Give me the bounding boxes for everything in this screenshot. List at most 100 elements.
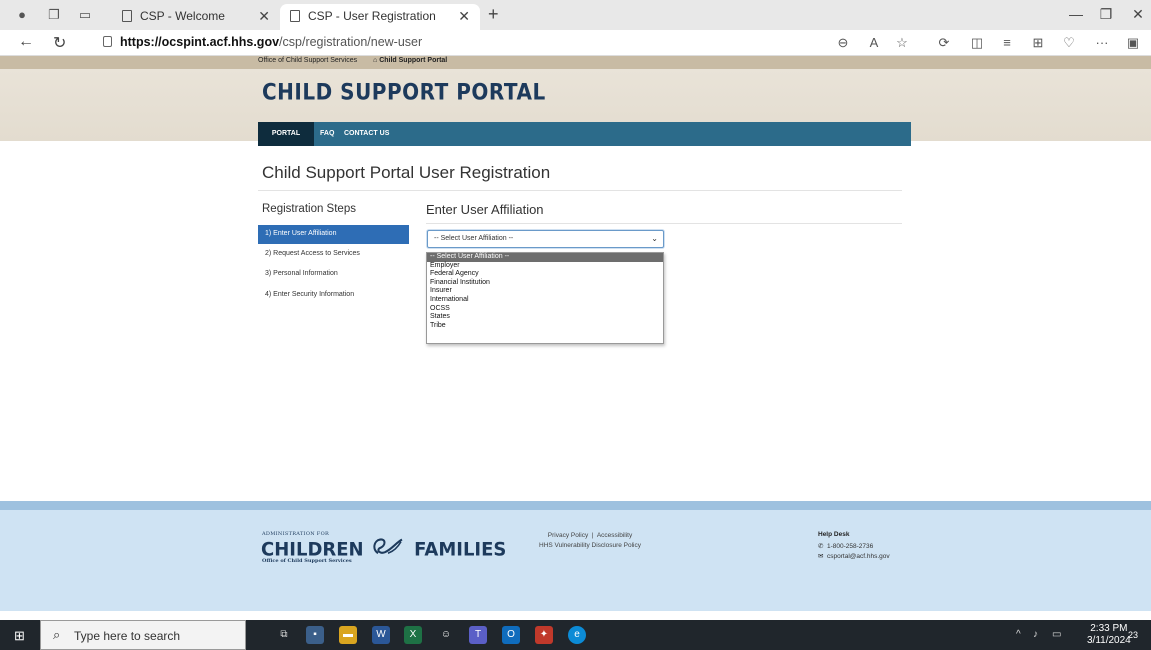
step-item-personal-info[interactable]: 3) Personal Information bbox=[258, 265, 409, 284]
workspaces-icon[interactable]: ❐ bbox=[45, 6, 63, 24]
tab-csp-welcome[interactable]: CSP - Welcome ✕ bbox=[112, 4, 280, 30]
link-separator: | bbox=[590, 532, 596, 539]
taskbar-search-placeholder: Type here to search bbox=[74, 629, 181, 643]
affiliation-heading: Enter User Affiliation bbox=[426, 202, 544, 217]
nav-faq[interactable]: FAQ bbox=[316, 122, 338, 146]
new-tab-button[interactable]: + bbox=[488, 4, 499, 25]
vulnerability-policy-link[interactable]: HHS Vulnerability Disclosure Policy bbox=[480, 541, 700, 551]
performance-icon[interactable]: ♡ bbox=[1060, 35, 1078, 51]
edge-browser-icon[interactable]: e bbox=[568, 626, 586, 644]
sidebar-icon[interactable]: ▣ bbox=[1124, 35, 1142, 51]
close-tab-icon[interactable]: ✕ bbox=[458, 4, 470, 28]
portal-home-icon: ⌂ bbox=[373, 57, 378, 64]
option-ocss[interactable]: OCSS bbox=[427, 305, 663, 314]
option-insurer[interactable]: Insurer bbox=[427, 287, 663, 296]
profile-icon[interactable]: ● bbox=[13, 6, 31, 24]
footer-accent-bar bbox=[0, 501, 1151, 510]
help-desk-heading: Help Desk bbox=[818, 531, 850, 538]
tab-actions-icon[interactable]: ▭ bbox=[76, 6, 94, 24]
acf-logo-subtitle: Office of Child Support Services bbox=[262, 558, 352, 564]
divider bbox=[426, 223, 902, 224]
more-icon[interactable]: ··· bbox=[1093, 35, 1111, 50]
help-email-address: csportal@acf.hhs.gov bbox=[827, 553, 890, 560]
page-bottom-space bbox=[0, 611, 1151, 620]
affiliation-dropdown-list: -- Select User Affiliation -- Employer F… bbox=[426, 252, 664, 344]
teams-icon[interactable]: T bbox=[469, 626, 487, 644]
page-icon bbox=[122, 10, 132, 22]
read-aloud-icon[interactable]: A bbox=[865, 35, 883, 50]
option-tribe[interactable]: Tribe bbox=[427, 322, 663, 331]
app-icon[interactable]: ☺ bbox=[437, 626, 455, 644]
nav-contact-us[interactable]: CONTACT US bbox=[340, 122, 393, 146]
tab-title: CSP - User Registration bbox=[308, 9, 436, 23]
tray-chevron-icon[interactable]: ^ bbox=[1016, 629, 1021, 640]
browser-tab-bar: ● ❐ ▭ CSP - Welcome ✕ CSP - User Registr… bbox=[0, 0, 1151, 30]
outlook-icon[interactable]: O bbox=[502, 626, 520, 644]
help-phone[interactable]: ✆ 1-800-258-2736 bbox=[818, 542, 873, 550]
notifications-icon[interactable]: 23 bbox=[1125, 627, 1141, 643]
minimize-icon[interactable]: — bbox=[1066, 6, 1086, 22]
refresh-icon[interactable]: ↻ bbox=[53, 33, 66, 53]
taskbar-app-icon[interactable]: ▪ bbox=[306, 626, 324, 644]
speaker-icon[interactable]: ♪ bbox=[1033, 629, 1038, 640]
footer-links: Privacy Policy | Accessibility HHS Vulne… bbox=[480, 531, 700, 551]
windows-start-icon[interactable]: ⊞ bbox=[14, 628, 25, 644]
restore-icon[interactable]: ❐ bbox=[1096, 6, 1116, 23]
split-screen-icon[interactable]: ◫ bbox=[968, 35, 986, 51]
notification-count: 23 bbox=[1127, 630, 1138, 640]
zoom-icon[interactable]: ⊖ bbox=[834, 35, 852, 51]
word-icon[interactable]: W bbox=[372, 626, 390, 644]
option-states[interactable]: States bbox=[427, 313, 663, 322]
tab-user-registration[interactable]: CSP - User Registration ✕ bbox=[280, 4, 480, 30]
affiliation-select-value: -- Select User Affiliation -- bbox=[434, 235, 514, 242]
address-bar-row: ← ↻ https://ocspint.acf.hhs.gov/csp/regi… bbox=[0, 30, 1151, 56]
site-logo-title[interactable]: CHILD SUPPORT PORTAL bbox=[262, 79, 546, 105]
privacy-policy-link[interactable]: Privacy Policy bbox=[548, 532, 588, 539]
favorite-star-icon[interactable]: ☆ bbox=[893, 35, 911, 51]
page-title: Child Support Portal User Registration bbox=[262, 163, 551, 182]
close-window-icon[interactable]: ✕ bbox=[1128, 6, 1148, 23]
portal-link[interactable]: Child Support Portal bbox=[379, 57, 447, 64]
excel-icon[interactable]: X bbox=[404, 626, 422, 644]
network-icon[interactable]: ▭ bbox=[1052, 629, 1061, 640]
app-icon[interactable]: ✦ bbox=[535, 626, 553, 644]
step-item-security-info[interactable]: 4) Enter Security Information bbox=[258, 286, 409, 305]
url-host: https://ocspint.acf.hhs.gov bbox=[120, 35, 280, 49]
main-nav: PORTAL HOME FAQ CONTACT US bbox=[258, 122, 911, 161]
favorites-icon[interactable]: ≡ bbox=[998, 35, 1016, 50]
help-phone-number: 1-800-258-2736 bbox=[827, 543, 874, 550]
back-icon[interactable]: ← bbox=[18, 33, 34, 51]
step-item-request-access[interactable]: 2) Request Access to Services bbox=[258, 245, 409, 264]
search-icon: ⌕ bbox=[53, 627, 61, 642]
tab-title: CSP - Welcome bbox=[140, 9, 225, 23]
task-view-icon[interactable]: ⧉ bbox=[275, 626, 293, 644]
step-item-affiliation[interactable]: 1) Enter User Affiliation bbox=[258, 225, 409, 244]
steps-heading: Registration Steps bbox=[262, 203, 356, 215]
office-link[interactable]: Office of Child Support Services bbox=[258, 57, 357, 64]
option-federal-agency[interactable]: Federal Agency bbox=[427, 270, 663, 279]
page-icon bbox=[290, 10, 300, 22]
option-employer[interactable]: Employer bbox=[427, 262, 663, 271]
collections-icon[interactable]: ⊞ bbox=[1029, 35, 1047, 51]
envelope-icon: ✉ bbox=[818, 553, 824, 560]
accessibility-link[interactable]: Accessibility bbox=[597, 532, 632, 539]
extensions-icon[interactable]: ⟳ bbox=[935, 35, 953, 51]
affiliation-select[interactable]: -- Select User Affiliation -- ⌄ bbox=[427, 230, 664, 248]
url-path: /csp/registration/new-user bbox=[279, 35, 423, 49]
file-explorer-icon[interactable]: ▬ bbox=[339, 626, 357, 644]
lock-icon bbox=[103, 36, 112, 47]
chevron-down-icon: ⌄ bbox=[651, 234, 658, 243]
site-footer bbox=[0, 510, 1151, 611]
taskbar-search-box[interactable]: ⌕ Type here to search bbox=[40, 620, 246, 650]
option-select-placeholder[interactable]: -- Select User Affiliation -- bbox=[427, 253, 663, 262]
nav-portal-home[interactable]: PORTAL HOME bbox=[258, 122, 314, 161]
phone-icon: ✆ bbox=[818, 543, 824, 550]
url-field[interactable]: https://ocspint.acf.hhs.gov/csp/registra… bbox=[103, 35, 422, 49]
option-international[interactable]: International bbox=[427, 296, 663, 305]
help-email[interactable]: ✉ csportal@acf.hhs.gov bbox=[818, 552, 890, 560]
close-tab-icon[interactable]: ✕ bbox=[258, 4, 270, 28]
option-financial-institution[interactable]: Financial Institution bbox=[427, 279, 663, 288]
acf-logo[interactable]: CHILDREN FAMILIES bbox=[261, 536, 506, 561]
ampersand-logo-icon bbox=[370, 536, 408, 560]
utility-strip: Office of Child Support Services ⌂ Child… bbox=[0, 56, 1151, 69]
